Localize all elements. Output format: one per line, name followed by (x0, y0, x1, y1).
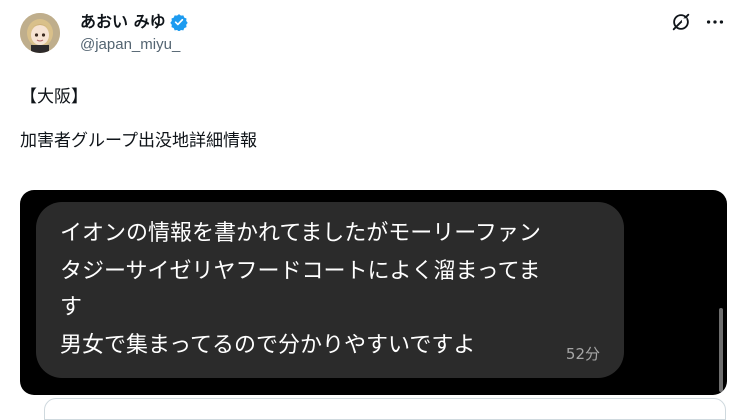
display-name[interactable]: あおい みゆ (80, 12, 166, 32)
post-text: 【大阪】 加害者グループ出没地詳細情報 (20, 86, 257, 152)
post-text-line: 【大阪】 (20, 87, 88, 107)
chat-message-line: タジーサイゼリヤフードコートによく溜まってま (60, 259, 541, 284)
chat-message-line: 男女で集まってるので分かりやすいですよ (60, 333, 476, 358)
grok-icon[interactable] (670, 11, 692, 33)
chat-timestamp: 52分 (565, 345, 600, 363)
scrollbar[interactable] (719, 308, 723, 392)
media-image[interactable]: イオンの情報を書かれてましたがモーリーファン タジーサイゼリヤフードコートによく… (20, 190, 727, 395)
user-handle[interactable]: @japan_miyu_ (80, 36, 180, 53)
avatar[interactable] (20, 13, 60, 53)
next-card-edge (44, 398, 726, 420)
chat-message-line: す (60, 295, 83, 320)
verified-badge-icon (169, 14, 188, 31)
chat-message-line: イオンの情報を書かれてましたがモーリーファン (60, 221, 541, 246)
post-text-blank-line (20, 108, 257, 130)
post-text-line: 加害者グループ出没地詳細情報 (20, 131, 257, 151)
display-name-row[interactable]: あおい みゆ (80, 12, 188, 32)
more-options-icon[interactable] (704, 11, 726, 33)
chat-bubble: イオンの情報を書かれてましたがモーリーファン タジーサイゼリヤフードコートによく… (36, 202, 624, 378)
avatar-illustration-icon (20, 13, 60, 53)
